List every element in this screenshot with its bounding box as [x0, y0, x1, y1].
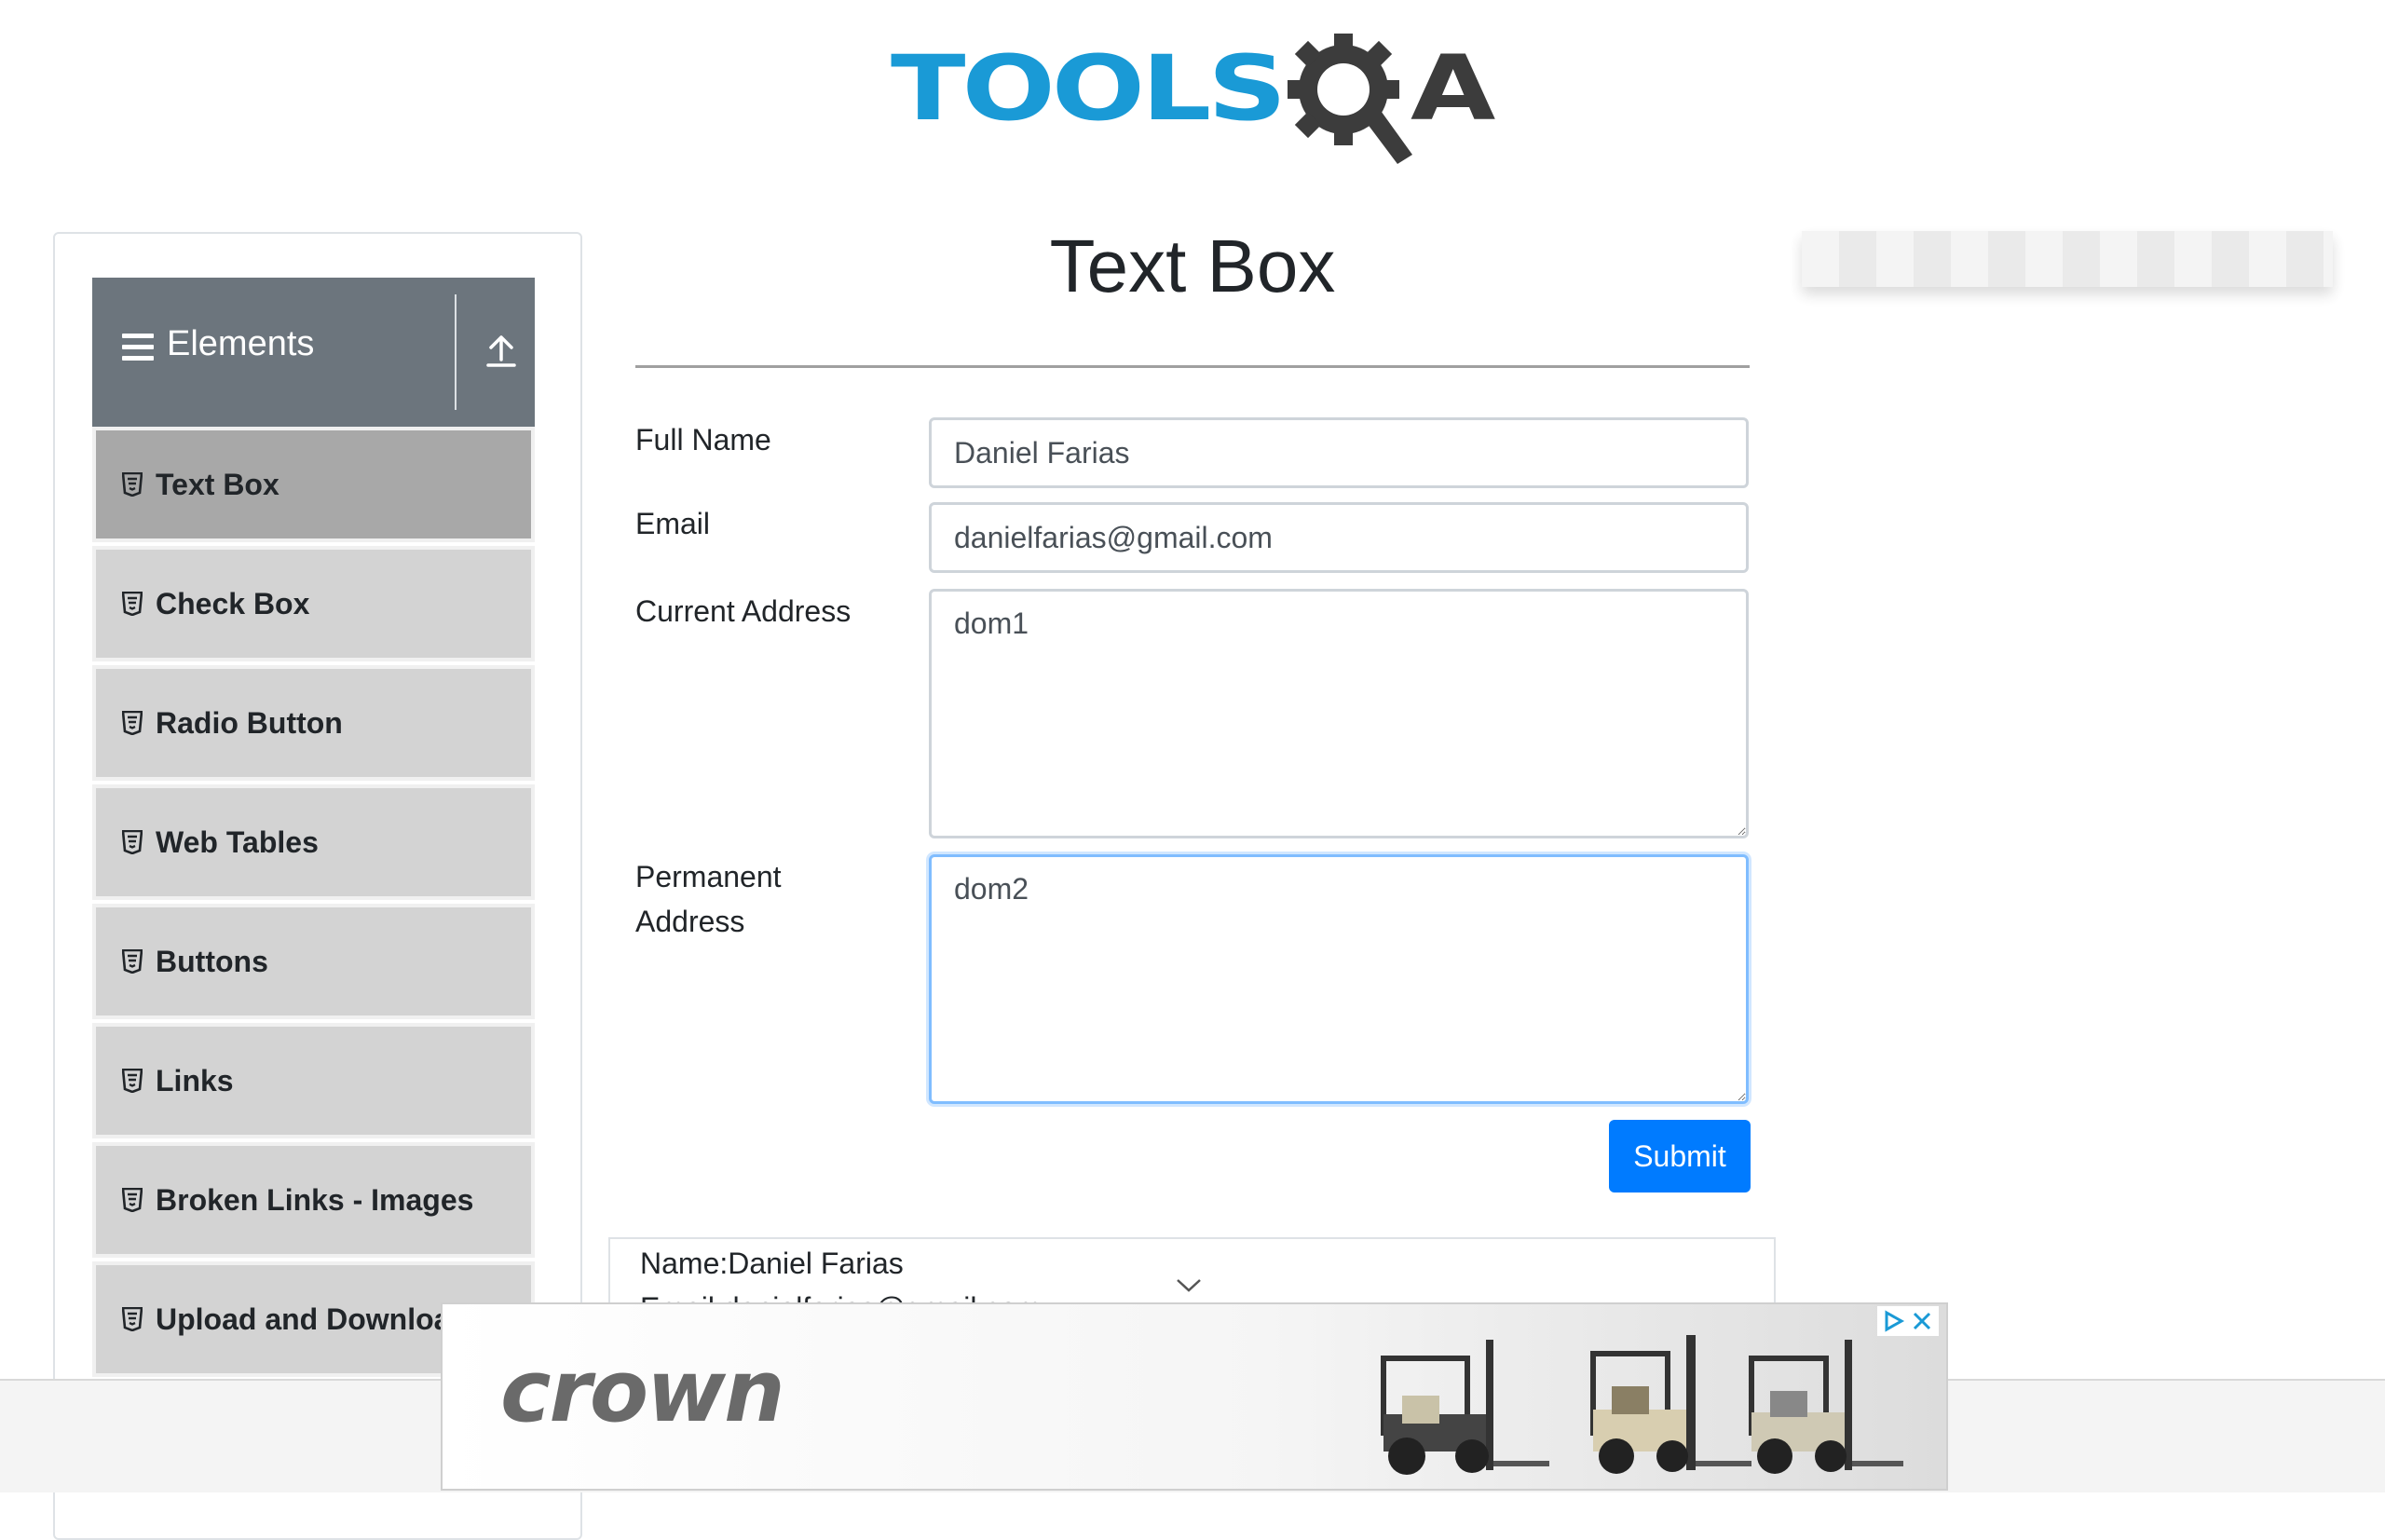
ad-brand-logo: crown [500, 1342, 785, 1441]
sidebar-item-label: Links [156, 1063, 234, 1097]
page-title: Text Box [1049, 225, 1336, 307]
gear-magnifier-icon [1288, 34, 1412, 164]
current-address-textarea[interactable]: dom1 [929, 589, 1749, 838]
permanent-address-label: Permanent Address [635, 854, 782, 944]
full-name-label: Full Name [635, 423, 771, 457]
html5-icon [122, 1069, 143, 1093]
html5-icon [122, 592, 143, 616]
html5-icon [122, 711, 143, 735]
forklift-image [1749, 1340, 1903, 1474]
sidebar-item-links[interactable]: Links [92, 1023, 535, 1138]
html5-icon [122, 1188, 143, 1212]
forklift-image [1381, 1340, 1549, 1475]
permanent-address-textarea[interactable]: dom2 [929, 854, 1749, 1104]
upload-arrow-icon[interactable] [484, 332, 518, 369]
html5-icon [122, 472, 143, 497]
sidebar-item-label: Text Box [156, 467, 279, 501]
divider [455, 294, 457, 410]
sidebar-group-title: Elements [167, 324, 315, 363]
top-ad-banner[interactable] [1802, 231, 2333, 287]
sidebar-item-label: Buttons [156, 944, 268, 978]
html5-icon [122, 830, 143, 854]
sidebar-item-web-tables[interactable]: Web Tables [92, 784, 535, 900]
chevron-down-icon[interactable] [1176, 1278, 1202, 1293]
full-name-input[interactable] [929, 417, 1749, 488]
hamburger-icon [122, 334, 154, 361]
current-address-label: Current Address [635, 594, 852, 628]
email-label: Email [635, 507, 711, 540]
ad-controls [1877, 1306, 1939, 1336]
adchoices-icon[interactable] [1883, 1310, 1905, 1332]
crown-ad-banner[interactable]: crown [441, 1302, 1948, 1491]
title-divider [635, 365, 1750, 368]
html5-icon [122, 949, 143, 974]
permanent-address-label-line1: Permanent [635, 860, 782, 893]
logo-text-a: A [1411, 34, 1496, 141]
sidebar-item-label: Check Box [156, 586, 310, 620]
sidebar-menu: Text Box Check Box Radio Button Web Tabl… [92, 427, 535, 1381]
sidebar-group-elements[interactable]: Elements [92, 278, 535, 427]
logo-text-tools: TOOLS [891, 34, 1287, 141]
toolsqa-logo[interactable]: TOOLS A [891, 28, 1496, 172]
submit-button[interactable]: Submit [1609, 1120, 1751, 1192]
sidebar-item-label: Radio Button [156, 705, 343, 740]
sidebar-item-check-box[interactable]: Check Box [92, 546, 535, 661]
sidebar-item-text-box[interactable]: Text Box [92, 427, 535, 542]
sidebar-item-broken-links[interactable]: Broken Links - Images [92, 1142, 535, 1258]
sidebar-item-buttons[interactable]: Buttons [92, 904, 535, 1019]
close-icon[interactable] [1911, 1310, 1933, 1332]
output-name: Name:Daniel Farias [640, 1247, 904, 1280]
sidebar-item-label: Upload and Download [156, 1302, 469, 1336]
html5-icon [122, 1307, 143, 1331]
email-input[interactable] [929, 502, 1749, 573]
sidebar-item-label: Broken Links - Images [156, 1182, 474, 1217]
sidebar-item-radio-button[interactable]: Radio Button [92, 665, 535, 781]
sidebar-item-label: Web Tables [156, 825, 319, 859]
permanent-address-label-line2: Address [635, 905, 745, 938]
